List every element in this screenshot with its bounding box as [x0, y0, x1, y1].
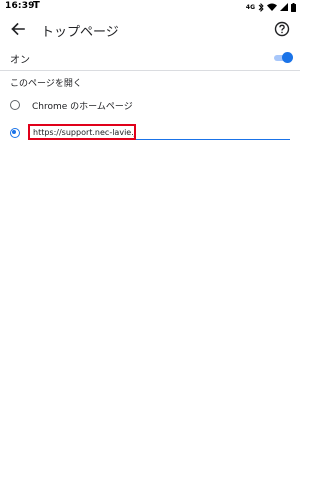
- page-title: トップページ: [41, 25, 119, 40]
- on-switch[interactable]: [274, 52, 293, 64]
- on-toggle-row[interactable]: オン: [0, 46, 300, 70]
- switch-thumb: [282, 52, 293, 63]
- wifi-icon: [267, 3, 277, 11]
- radio-custom-url[interactable]: [10, 128, 20, 138]
- notification-icon: T: [33, 0, 40, 11]
- help-button[interactable]: [272, 19, 292, 39]
- status-bar: 16:39 T 4G: [0, 0, 300, 14]
- section-header: このページを開く: [10, 79, 82, 89]
- status-time: 16:39: [5, 1, 35, 11]
- radio-chrome-homepage[interactable]: [10, 100, 20, 110]
- option-chrome-homepage-label[interactable]: Chrome のホームページ: [32, 99, 133, 112]
- back-button[interactable]: [8, 19, 28, 39]
- custom-url-input[interactable]: [28, 124, 136, 140]
- bluetooth-icon: [258, 2, 264, 12]
- battery-icon: [291, 2, 296, 12]
- status-icons: 4G: [246, 1, 296, 13]
- help-icon: [274, 21, 290, 37]
- back-arrow-icon: [11, 22, 25, 36]
- app-bar: トップページ: [0, 14, 300, 44]
- divider: [0, 70, 300, 71]
- toggle-label: オン: [10, 55, 30, 66]
- url-field-underline: [136, 139, 290, 140]
- signal-icon: [280, 3, 288, 11]
- network-type-label: 4G: [245, 3, 255, 11]
